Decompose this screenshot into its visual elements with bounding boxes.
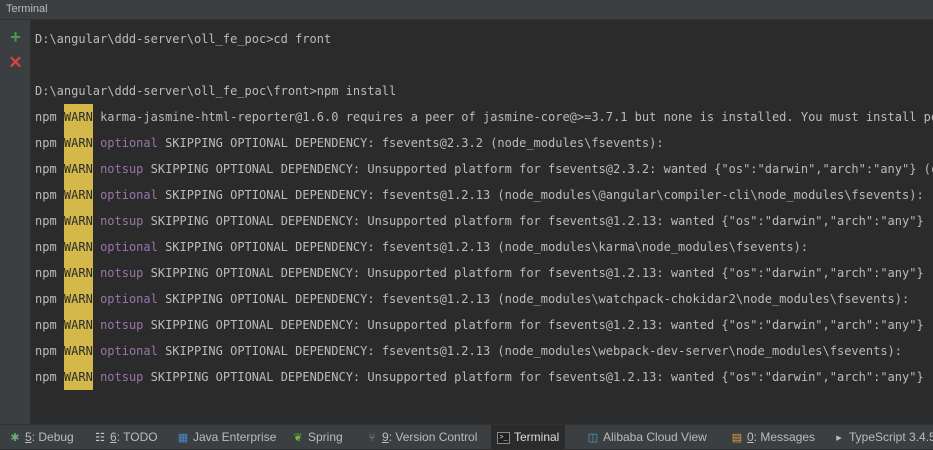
line-prefix: npm bbox=[35, 188, 57, 202]
line-text: SKIPPING OPTIONAL DEPENDENCY: fsevents@1… bbox=[157, 240, 809, 254]
terminal-side-toolbar: + ✕ bbox=[0, 20, 31, 424]
warn-badge: WARN bbox=[63, 312, 93, 338]
terminal-output[interactable]: D:\angular\ddd-server\oll_fe_poc>cd fron… bbox=[31, 20, 933, 424]
warn-badge: WARN bbox=[63, 338, 93, 364]
line-text: SKIPPING OPTIONAL DEPENDENCY: Unsupporte… bbox=[143, 318, 933, 332]
warn-badge: WARN bbox=[63, 104, 93, 130]
warn-code: notsup bbox=[100, 162, 144, 176]
line-prefix: npm bbox=[35, 266, 57, 280]
line-prefix: npm bbox=[35, 110, 57, 124]
tab-typescript-label: TypeScript 3.4.5 bbox=[849, 430, 933, 444]
warn-code: optional bbox=[100, 240, 158, 254]
line-text: D:\angular\ddd-server\oll_fe_poc\front>n… bbox=[35, 84, 397, 98]
plus-icon[interactable]: + bbox=[7, 28, 24, 46]
line-text: SKIPPING OPTIONAL DEPENDENCY: Unsupporte… bbox=[143, 214, 933, 228]
terminal-line: npm WARN optional SKIPPING OPTIONAL DEPE… bbox=[35, 338, 933, 364]
warn-badge: WARN bbox=[63, 182, 93, 208]
tab-todo[interactable]: ☷ 6: TODO bbox=[93, 425, 158, 449]
line-prefix: npm bbox=[35, 370, 57, 384]
line-prefix: npm bbox=[35, 214, 57, 228]
line-text: SKIPPING OPTIONAL DEPENDENCY: fsevents@1… bbox=[157, 188, 924, 202]
tab-java-label: Java Enterprise bbox=[193, 430, 277, 444]
warn-badge: WARN bbox=[63, 156, 93, 182]
warn-code: optional bbox=[100, 188, 158, 202]
tool-window-header: Terminal bbox=[0, 0, 933, 20]
warn-badge: WARN bbox=[63, 234, 93, 260]
warn-code: notsup bbox=[100, 370, 144, 384]
alibaba-cloud-icon: ◫ bbox=[587, 432, 599, 444]
terminal-line: npm WARN notsup SKIPPING OPTIONAL DEPEND… bbox=[35, 208, 933, 234]
tab-version-control[interactable]: ⑂ 9: Version Control bbox=[365, 425, 478, 449]
bug-icon: ✱ bbox=[10, 432, 20, 444]
line-prefix: npm bbox=[35, 162, 57, 176]
line-text: SKIPPING OPTIONAL DEPENDENCY: fsevents@1… bbox=[157, 344, 902, 358]
line-prefix: npm bbox=[35, 344, 57, 358]
terminal-icon: >_ bbox=[497, 431, 510, 444]
terminal-line: npm WARN optional SKIPPING OPTIONAL DEPE… bbox=[35, 234, 933, 260]
line-prefix: npm bbox=[35, 136, 57, 150]
todo-icon: ☷ bbox=[95, 432, 105, 444]
terminal-line: npm WARN notsup SKIPPING OPTIONAL DEPEND… bbox=[35, 260, 933, 286]
tab-debug-label: : Debug bbox=[31, 430, 74, 444]
terminal-line: npm WARN notsup SKIPPING OPTIONAL DEPEND… bbox=[35, 312, 933, 338]
warn-badge: WARN bbox=[63, 130, 93, 156]
warn-code: notsup bbox=[100, 318, 144, 332]
tab-alibaba-cloud[interactable]: ◫ Alibaba Cloud View bbox=[586, 425, 707, 449]
tab-todo-label: : TODO bbox=[116, 430, 158, 444]
warn-code: optional bbox=[100, 344, 158, 358]
java-enterprise-icon: ▦ bbox=[177, 432, 189, 444]
line-text: SKIPPING OPTIONAL DEPENDENCY: fsevents@1… bbox=[157, 292, 910, 306]
terminal-line: D:\angular\ddd-server\oll_fe_poc\front>n… bbox=[35, 78, 933, 104]
warn-badge: WARN bbox=[63, 286, 93, 312]
terminal-line: npm WARN optional SKIPPING OPTIONAL DEPE… bbox=[35, 182, 933, 208]
line-text: SKIPPING OPTIONAL DEPENDENCY: fsevents@2… bbox=[157, 136, 664, 150]
tab-java-enterprise[interactable]: ▦ Java Enterprise bbox=[176, 425, 277, 449]
tab-spring[interactable]: ❦ Spring bbox=[291, 425, 343, 449]
line-text: SKIPPING OPTIONAL DEPENDENCY: Unsupporte… bbox=[143, 266, 933, 280]
spring-leaf-icon: ❦ bbox=[293, 432, 303, 444]
terminal-line: npm WARN optional SKIPPING OPTIONAL DEPE… bbox=[35, 130, 933, 156]
close-icon[interactable]: ✕ bbox=[7, 54, 24, 71]
line-prefix: npm bbox=[35, 318, 57, 332]
typescript-icon: ▸ bbox=[836, 432, 842, 444]
version-control-icon: ⑂ bbox=[368, 432, 376, 444]
tab-messages-num: 0 bbox=[747, 430, 754, 444]
tab-vcs-num: 9 bbox=[382, 430, 389, 444]
tool-window-bar: ✱ 5: Debug ☷ 6: TODO ▦ Java Enterprise ❦ Spr… bbox=[0, 424, 933, 449]
tool-window-title: Terminal bbox=[6, 3, 48, 15]
terminal-line: npm WARN karma-jasmine-html-reporter@1.6… bbox=[35, 104, 933, 130]
line-text: D:\angular\ddd-server\oll_fe_poc>cd fron… bbox=[35, 32, 332, 46]
warn-code: optional bbox=[100, 292, 158, 306]
tab-typescript[interactable]: ▸ TypeScript 3.4.5 bbox=[832, 425, 933, 449]
tab-debug[interactable]: ✱ 5: Debug bbox=[8, 425, 74, 449]
warn-code: notsup bbox=[100, 214, 144, 228]
line-text: SKIPPING OPTIONAL DEPENDENCY: Unsupporte… bbox=[143, 162, 933, 176]
terminal-line: npm WARN notsup SKIPPING OPTIONAL DEPEND… bbox=[35, 364, 933, 390]
warn-badge: WARN bbox=[63, 260, 93, 286]
line-text: SKIPPING OPTIONAL DEPENDENCY: Unsupporte… bbox=[143, 370, 933, 384]
tab-debug-num: 5 bbox=[25, 430, 32, 444]
warn-badge: WARN bbox=[63, 364, 93, 390]
terminal-line: D:\angular\ddd-server\oll_fe_poc>cd fron… bbox=[35, 26, 933, 52]
tab-messages-label: : Messages bbox=[753, 430, 816, 444]
tab-terminal[interactable]: >_ Terminal bbox=[491, 425, 566, 449]
tab-messages[interactable]: ▤ 0: Messages bbox=[730, 425, 815, 449]
line-prefix: npm bbox=[35, 292, 57, 306]
warn-code: notsup bbox=[100, 266, 144, 280]
tab-vcs-label: : Version Control bbox=[388, 430, 478, 444]
tab-terminal-label: Terminal bbox=[514, 430, 560, 444]
warn-code: optional bbox=[100, 136, 158, 150]
line-text: karma-jasmine-html-reporter@1.6.0 requir… bbox=[100, 110, 933, 124]
line-prefix: npm bbox=[35, 240, 57, 254]
warn-badge: WARN bbox=[63, 208, 93, 234]
tab-alibaba-label: Alibaba Cloud View bbox=[603, 430, 707, 444]
terminal-line: npm WARN optional SKIPPING OPTIONAL DEPE… bbox=[35, 286, 933, 312]
messages-icon: ▤ bbox=[731, 432, 743, 444]
terminal-line: npm WARN notsup SKIPPING OPTIONAL DEPEND… bbox=[35, 156, 933, 182]
tab-todo-num: 6 bbox=[110, 430, 117, 444]
tab-spring-label: Spring bbox=[308, 430, 343, 444]
